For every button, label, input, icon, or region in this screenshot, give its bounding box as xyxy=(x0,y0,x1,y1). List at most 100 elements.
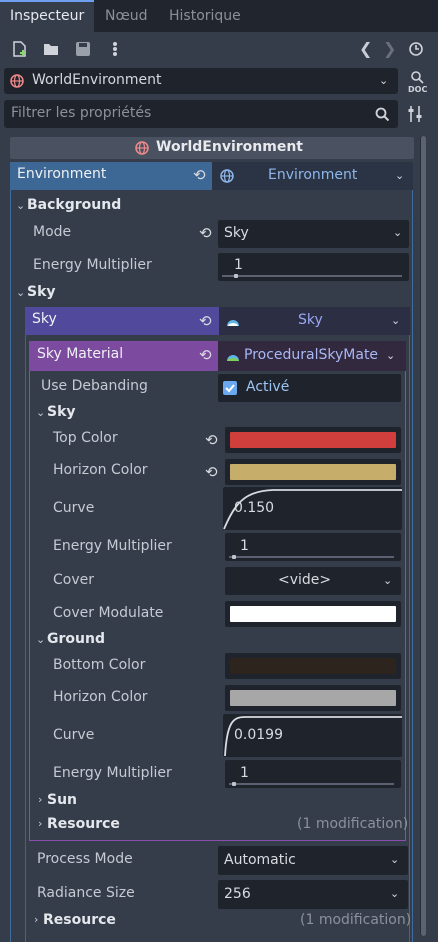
prop-label-radiance-size: Radiance Size xyxy=(37,885,135,901)
history-back-icon[interactable]: ❮ xyxy=(359,39,372,58)
modification-count: (1 modification) xyxy=(300,912,412,928)
prop-label-mode: Mode xyxy=(33,224,72,240)
radiance-size-dropdown[interactable]: 256 ⌄ xyxy=(218,880,408,909)
process-mode-dropdown[interactable]: Automatic ⌄ xyxy=(218,846,408,875)
cover-resource-picker[interactable]: <vide> ⌄ xyxy=(225,567,401,595)
environment-resource-name: Environment xyxy=(268,167,358,183)
slider-track xyxy=(229,556,394,558)
revert-icon[interactable]: ⟲ xyxy=(205,463,218,481)
procedural-sky-icon xyxy=(227,355,239,361)
horizon-color-swatch xyxy=(230,464,396,480)
cover-modulate-picker[interactable] xyxy=(225,601,401,627)
chevron-down-icon[interactable]: ⌄ xyxy=(36,406,45,419)
top-color-picker[interactable] xyxy=(225,427,401,453)
property-settings-icon[interactable] xyxy=(407,105,423,123)
slider-grabber[interactable] xyxy=(234,274,238,278)
energy-multiplier-slider[interactable]: 1 xyxy=(225,760,401,788)
chevron-down-icon: ⌄ xyxy=(379,74,389,87)
revert-icon[interactable]: ⟲ xyxy=(199,312,212,330)
chevron-down-icon: ⌄ xyxy=(391,314,401,327)
world-environment-icon xyxy=(135,141,149,155)
chevron-right-icon[interactable]: › xyxy=(34,913,38,926)
tab-node[interactable]: Nœud xyxy=(95,0,158,32)
environment-resource-picker[interactable]: Environment ⌄ xyxy=(212,162,413,190)
energy-multiplier-slider[interactable]: 1 xyxy=(218,253,409,281)
object-history-icon[interactable] xyxy=(408,41,424,57)
slider-track xyxy=(229,783,394,785)
horizon-color-picker[interactable] xyxy=(225,459,401,485)
checkbox-checked-icon xyxy=(223,381,237,395)
category-sun[interactable]: Sun xyxy=(47,792,77,808)
category-background[interactable]: Background xyxy=(27,197,121,213)
prop-label-process-mode: Process Mode xyxy=(37,851,133,867)
energy-multiplier-slider[interactable]: 1 xyxy=(225,533,401,561)
sky-resource-name: Sky xyxy=(298,312,323,328)
prop-label-horizon-color: Horizon Color xyxy=(53,689,148,705)
save-icon[interactable] xyxy=(75,41,91,57)
sky-label: Sky xyxy=(32,311,57,327)
chevron-down-icon: ⌄ xyxy=(383,574,393,587)
chevron-down-icon: ⌄ xyxy=(386,349,396,362)
prop-label-horizon-color: Horizon Color xyxy=(53,462,148,478)
prop-label-curve: Curve xyxy=(53,500,95,516)
category-resource[interactable]: Resource xyxy=(43,912,116,928)
new-resource-icon[interactable] xyxy=(12,41,28,57)
history-forward-icon[interactable]: ❯ xyxy=(383,39,396,58)
prop-label-curve: Curve xyxy=(53,727,95,743)
revert-icon[interactable]: ⟲ xyxy=(205,431,218,449)
chevron-down-icon: ⌄ xyxy=(390,853,400,866)
slider-grabber[interactable] xyxy=(232,555,236,559)
use-debanding-checkbox[interactable]: Activé xyxy=(218,374,401,402)
slider-grabber[interactable] xyxy=(232,782,236,786)
open-folder-icon[interactable] xyxy=(43,41,59,57)
page-title: WorldEnvironment xyxy=(156,139,303,155)
chevron-down-icon[interactable]: ⌄ xyxy=(16,199,25,212)
category-sky[interactable]: Sky xyxy=(27,284,56,300)
revert-icon[interactable]: ⟲ xyxy=(193,166,206,184)
sky-resource-picker[interactable]: Sky ⌄ xyxy=(219,307,410,335)
more-options-icon[interactable] xyxy=(107,41,123,57)
doc-icon[interactable]: DOC xyxy=(406,70,428,94)
scrollbar-thumb[interactable] xyxy=(421,136,426,936)
prop-label-cover: Cover xyxy=(53,572,94,588)
ground-horizon-color-picker[interactable] xyxy=(225,685,401,711)
chevron-right-icon[interactable]: › xyxy=(38,793,42,806)
object-selector-label: WorldEnvironment xyxy=(32,72,162,88)
ground-curve-editor[interactable]: 0.0199 xyxy=(223,714,402,757)
environment-label: Environment xyxy=(17,166,107,182)
revert-icon[interactable]: ⟲ xyxy=(199,346,212,364)
mode-dropdown[interactable]: Sky ⌄ xyxy=(218,220,409,248)
world-environment-icon xyxy=(10,74,24,88)
filter-properties-input[interactable]: Filtrer les propriétés xyxy=(4,100,398,128)
radiance-size-value: 256 xyxy=(224,886,251,902)
object-selector[interactable]: WorldEnvironment ⌄ xyxy=(4,68,398,94)
sky-material-label: Sky Material xyxy=(37,346,124,362)
curve-value: 0.150 xyxy=(234,500,275,516)
slider-track xyxy=(222,275,402,277)
energy-value: 1 xyxy=(240,765,249,781)
revert-icon[interactable]: ⟲ xyxy=(199,224,212,242)
tab-inspector[interactable]: Inspecteur xyxy=(0,0,95,32)
category-ground[interactable]: Ground xyxy=(47,631,105,647)
modification-count: (1 modification) xyxy=(297,816,409,832)
category-sky-sub[interactable]: Sky xyxy=(47,404,76,420)
chevron-down-icon[interactable]: ⌄ xyxy=(36,633,45,646)
prop-label-top-color: Top Color xyxy=(53,430,118,446)
curve-editor[interactable]: 0.150 xyxy=(223,487,402,530)
inspector-object-header: WorldEnvironment xyxy=(10,137,414,159)
prop-label-energy-multiplier: Energy Multiplier xyxy=(33,257,152,273)
chevron-right-icon[interactable]: › xyxy=(38,817,42,830)
curve-value: 0.0199 xyxy=(234,727,283,743)
bottom-color-picker[interactable] xyxy=(225,653,401,679)
chevron-down-icon[interactable]: ⌄ xyxy=(16,286,25,299)
dock-tabs: Inspecteur Nœud Historique xyxy=(0,0,438,32)
cover-modulate-swatch xyxy=(230,606,396,622)
top-color-swatch xyxy=(230,432,396,448)
tab-history[interactable]: Historique xyxy=(159,0,251,32)
environment-icon xyxy=(220,169,234,183)
category-resource[interactable]: Resource xyxy=(47,816,120,832)
energy-value: 1 xyxy=(234,257,243,273)
sky-material-resource-picker[interactable]: ProceduralSkyMate ⌄ xyxy=(218,341,406,371)
chevron-down-icon: ⌄ xyxy=(390,887,400,900)
process-mode-value: Automatic xyxy=(224,852,296,868)
